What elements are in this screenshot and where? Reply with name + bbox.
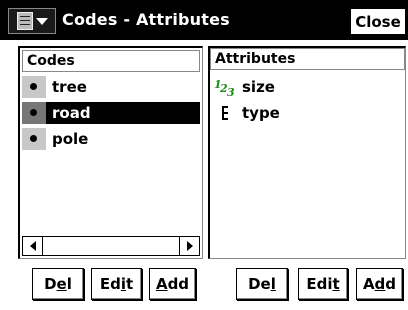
code-item-road[interactable]: road bbox=[22, 102, 200, 124]
close-button[interactable]: Close bbox=[350, 8, 406, 35]
attributes-add-button[interactable]: Add bbox=[356, 268, 403, 300]
point-code-icon bbox=[22, 102, 46, 124]
attribute-label: size bbox=[242, 78, 275, 96]
numeric-attribute-icon: 1 2 3 bbox=[212, 76, 240, 98]
code-label: pole bbox=[52, 130, 89, 148]
code-label: road bbox=[52, 104, 91, 122]
btn-text: A bbox=[362, 275, 375, 293]
attributes-edit-button[interactable]: Edit bbox=[298, 268, 348, 300]
left-arrow-icon bbox=[29, 241, 36, 251]
point-code-icon bbox=[22, 128, 46, 150]
attributes-list-panel: Attributes 1 2 3 size type bbox=[208, 46, 406, 259]
attributes-del-button[interactable]: Del bbox=[236, 268, 288, 300]
codes-edit-button[interactable]: Edit bbox=[91, 268, 142, 300]
btn-text: l bbox=[66, 275, 72, 293]
btn-mnemonic: d bbox=[374, 275, 386, 293]
btn-mnemonic: A bbox=[155, 275, 168, 293]
codes-header: Codes bbox=[22, 50, 200, 72]
code-item-pole[interactable]: pole bbox=[22, 128, 200, 150]
codes-del-button[interactable]: Del bbox=[32, 268, 84, 300]
scroll-right-button[interactable] bbox=[179, 237, 199, 255]
menu-button[interactable] bbox=[8, 8, 56, 34]
code-item-tree[interactable]: tree bbox=[22, 76, 200, 98]
btn-mnemonic: t bbox=[332, 275, 340, 293]
attributes-header: Attributes bbox=[210, 48, 405, 70]
point-code-icon bbox=[22, 76, 46, 98]
attribute-label: type bbox=[242, 104, 280, 122]
window-title: Codes - Attributes bbox=[62, 10, 230, 29]
btn-text: dd bbox=[167, 275, 190, 293]
code-label: tree bbox=[52, 78, 87, 96]
svg-text:3: 3 bbox=[227, 86, 235, 97]
btn-text: De bbox=[248, 275, 271, 293]
btn-text: D bbox=[44, 275, 57, 293]
btn-text: t bbox=[125, 275, 134, 293]
horizontal-scrollbar[interactable] bbox=[22, 236, 200, 256]
codes-add-button[interactable]: Add bbox=[149, 268, 196, 300]
btn-mnemonic: e bbox=[56, 275, 67, 293]
scroll-left-button[interactable] bbox=[23, 237, 43, 255]
right-arrow-icon bbox=[186, 241, 193, 251]
attribute-item-size[interactable]: 1 2 3 size bbox=[212, 76, 403, 98]
attribute-item-type[interactable]: type bbox=[212, 102, 403, 124]
scrollbar-thumb[interactable] bbox=[44, 237, 164, 255]
list-attribute-icon bbox=[212, 102, 240, 124]
btn-mnemonic: l bbox=[270, 275, 276, 293]
codes-attributes-window: Codes - Attributes Close Codes tree road… bbox=[0, 0, 408, 310]
dropdown-arrow-icon bbox=[35, 17, 48, 25]
btn-text: d bbox=[385, 275, 397, 293]
codes-list-panel: Codes tree road pole bbox=[18, 46, 203, 259]
document-icon bbox=[16, 12, 33, 30]
btn-text: Edi bbox=[306, 275, 333, 293]
btn-text: Ed bbox=[99, 275, 121, 293]
title-bar: Codes - Attributes Close bbox=[0, 0, 408, 40]
